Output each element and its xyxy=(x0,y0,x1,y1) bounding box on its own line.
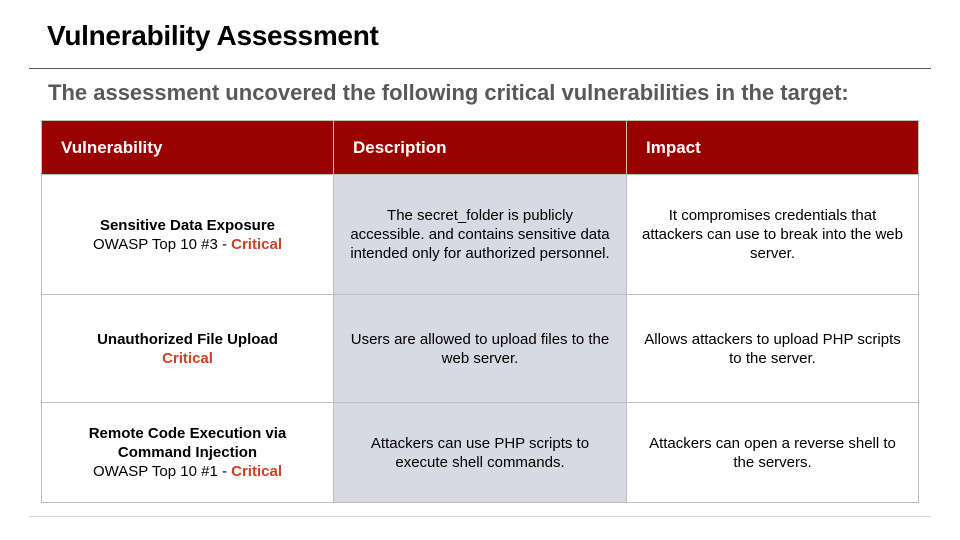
description-cell: Users are allowed to upload files to the… xyxy=(333,294,627,403)
vulnerability-name: Sensitive Data Exposure xyxy=(99,216,276,234)
slide-title: Vulnerability Assessment xyxy=(47,20,379,51)
slide-subtitle: The assessment uncovered the following c… xyxy=(48,80,849,105)
impact-cell: Allows attackers to upload PHP scripts t… xyxy=(626,294,919,403)
vulnerability-cell: Unauthorized File Upload Critical xyxy=(41,294,334,403)
severity-label: Critical xyxy=(231,463,282,480)
owasp-category: OWASP Top 10 #3 - xyxy=(93,235,232,253)
description-cell: Attackers can use PHP scripts to execute… xyxy=(333,402,627,503)
header-vulnerability: Vulnerability xyxy=(41,120,334,175)
vulnerability-table: Vulnerability Description Impact Sensiti… xyxy=(41,120,919,503)
severity-label: Critical xyxy=(162,349,213,367)
owasp-category: OWASP Top 10 #1 - xyxy=(93,463,232,480)
footer-divider xyxy=(29,516,931,517)
slide: Vulnerability Assessment The assessment … xyxy=(0,0,960,540)
vulnerability-cell: Remote Code Execution via Command Inject… xyxy=(41,402,334,503)
vulnerability-name: Remote Code Execution via Command Inject… xyxy=(88,425,287,461)
table-row: Sensitive Data Exposure OWASP Top 10 #3 … xyxy=(41,174,919,295)
table-row: Remote Code Execution via Command Inject… xyxy=(41,402,919,503)
header-impact: Impact xyxy=(626,120,919,175)
impact-cell: Attackers can open a reverse shell to th… xyxy=(626,402,919,503)
title-divider xyxy=(29,68,931,69)
vulnerability-cell: Sensitive Data Exposure OWASP Top 10 #3 … xyxy=(41,174,334,295)
header-description: Description xyxy=(333,120,627,175)
vulnerability-name: Unauthorized File Upload xyxy=(97,330,278,348)
impact-cell: It compromises credentials that attacker… xyxy=(626,174,919,295)
table-row: Unauthorized File Upload Critical Users … xyxy=(41,294,919,403)
description-cell: The secret_folder is publicly accessible… xyxy=(333,174,627,295)
severity-label: Critical xyxy=(231,235,282,253)
table-header-row: Vulnerability Description Impact xyxy=(41,120,919,175)
